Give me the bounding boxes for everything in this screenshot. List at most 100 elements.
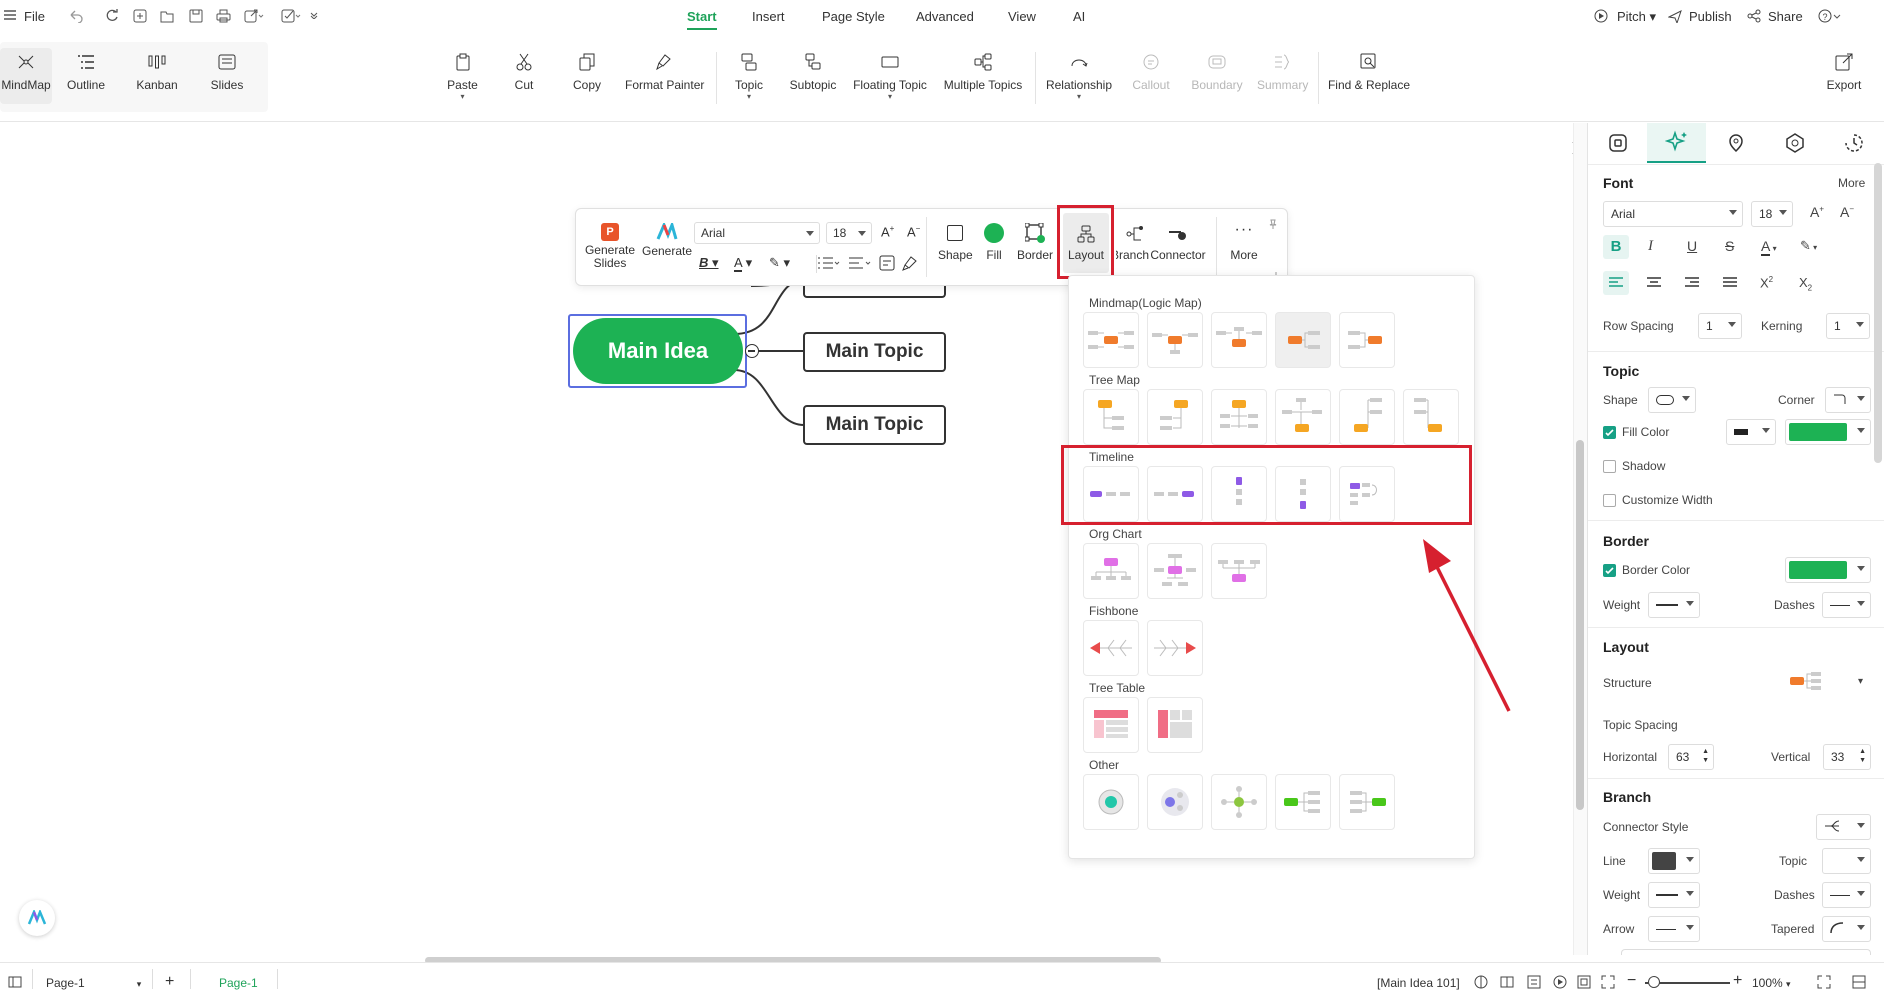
text-box-icon[interactable] xyxy=(879,255,895,271)
hamburger-icon[interactable] xyxy=(4,9,16,21)
tab-insert[interactable]: Insert xyxy=(752,9,785,24)
panel-tab-location[interactable] xyxy=(1706,123,1765,163)
highlight-color-icon[interactable]: ✎ ▾ xyxy=(1800,238,1817,254)
font-size-select[interactable]: 18 xyxy=(826,222,872,244)
align-center-icon[interactable] xyxy=(1641,271,1667,295)
border-color-checkbox[interactable] xyxy=(1603,564,1616,577)
cut-button[interactable]: Cut xyxy=(506,50,542,92)
panel-tab-style[interactable] xyxy=(1588,123,1647,163)
layout-option-mindmap-down[interactable] xyxy=(1147,312,1203,368)
italic-icon[interactable]: I xyxy=(1648,238,1653,255)
bold-icon[interactable]: B xyxy=(1603,235,1629,259)
panel-font-size-select[interactable]: 18 xyxy=(1751,201,1793,227)
branch-topic-select[interactable] xyxy=(1822,848,1871,874)
layout-option-fishbone-right[interactable] xyxy=(1147,620,1203,676)
theme-icon[interactable] xyxy=(1474,975,1488,989)
generate-slides-button[interactable]: P Generate Slides xyxy=(584,223,636,270)
export-file-icon[interactable] xyxy=(244,9,264,23)
present-icon[interactable] xyxy=(1577,975,1591,989)
layout-option-bubble[interactable] xyxy=(1147,774,1203,830)
tab-view[interactable]: View xyxy=(1008,9,1036,24)
undo-icon[interactable] xyxy=(68,9,88,23)
view-mindmap[interactable]: MindMap xyxy=(0,50,52,92)
generate-button[interactable]: Generate xyxy=(642,223,692,258)
layout-option-tree-1[interactable] xyxy=(1083,389,1139,445)
branch-weight-select[interactable] xyxy=(1648,882,1700,908)
book-icon[interactable] xyxy=(1500,975,1514,989)
view-kanban[interactable]: Kanban xyxy=(133,50,181,92)
file-menu[interactable]: File xyxy=(24,9,45,24)
zoom-slider-handle[interactable] xyxy=(1648,976,1660,988)
layout-option-tree-table-2[interactable] xyxy=(1147,697,1203,753)
layout-option-left-tree[interactable] xyxy=(1339,774,1395,830)
align-right-icon[interactable] xyxy=(1679,271,1705,295)
layout-option-tree-2[interactable] xyxy=(1147,389,1203,445)
vertical-spacing-input[interactable]: 33 ▲ ▼ xyxy=(1823,744,1871,770)
zoom-in-icon[interactable]: + xyxy=(1733,972,1742,990)
numbering-icon[interactable] xyxy=(817,256,841,270)
layout-option-circle[interactable] xyxy=(1083,774,1139,830)
branch-dashes-select[interactable] xyxy=(1822,882,1871,908)
panel-scrollbar[interactable] xyxy=(1874,163,1882,463)
layout-option-tree-table-1[interactable] xyxy=(1083,697,1139,753)
summary-button[interactable]: Summary xyxy=(1257,50,1308,92)
font-select[interactable]: Arial xyxy=(694,222,820,244)
checkbox-icon[interactable] xyxy=(281,9,301,23)
underline-icon[interactable]: U xyxy=(1687,238,1697,254)
panel-font-select[interactable]: Arial xyxy=(1603,201,1743,227)
collapse-panel-icon[interactable] xyxy=(1852,975,1866,989)
fill-color-select[interactable] xyxy=(1785,419,1871,445)
clear-format-icon[interactable] xyxy=(902,255,918,271)
panel-tab-theme[interactable] xyxy=(1765,123,1824,163)
structure-chevron-icon[interactable]: ▾ xyxy=(1858,676,1863,687)
layout-option-tree-6[interactable] xyxy=(1403,389,1459,445)
fill-pattern-select[interactable] xyxy=(1726,419,1776,445)
callout-button[interactable]: Callout xyxy=(1130,50,1172,92)
layout-option-org-2[interactable] xyxy=(1147,543,1203,599)
zoom-out-icon[interactable]: − xyxy=(1627,972,1636,990)
find-replace-button[interactable]: Find & Replace xyxy=(1327,50,1411,92)
font-more-link[interactable]: More xyxy=(1838,176,1865,190)
layout-option-mindmap-right[interactable] xyxy=(1083,312,1139,368)
tab-start[interactable]: Start xyxy=(687,9,717,30)
view-outline[interactable]: Outline xyxy=(62,50,110,92)
publish-button[interactable]: Publish xyxy=(1689,9,1732,24)
tapered-select[interactable] xyxy=(1822,916,1871,942)
shape-button[interactable]: Shape xyxy=(938,225,973,262)
layout-option-tree-3[interactable] xyxy=(1211,389,1267,445)
tab-ai[interactable]: AI xyxy=(1073,9,1085,24)
layout-option-mindmap-left[interactable] xyxy=(1275,312,1331,368)
customize-width-checkbox[interactable] xyxy=(1603,494,1616,507)
subscript-icon[interactable]: X2 xyxy=(1799,275,1812,293)
stepper-icon[interactable]: ▲ ▼ xyxy=(1702,747,1709,765)
subtopic-button[interactable]: Subtopic xyxy=(789,50,837,92)
align-icon[interactable] xyxy=(848,256,872,270)
main-topic-node[interactable]: Main Topic xyxy=(803,332,946,372)
redo-icon[interactable] xyxy=(105,9,119,23)
save-icon[interactable] xyxy=(189,9,203,23)
shadow-checkbox[interactable] xyxy=(1603,460,1616,473)
superscript-icon[interactable]: X2 xyxy=(1760,275,1773,290)
share-button[interactable]: Share xyxy=(1768,9,1803,24)
shape-select[interactable] xyxy=(1648,387,1696,413)
border-button[interactable]: Border xyxy=(1016,223,1054,262)
layout-option-mindmap-up[interactable] xyxy=(1211,312,1267,368)
structure-preview[interactable] xyxy=(1786,666,1846,696)
panel-tab-history[interactable] xyxy=(1824,123,1883,163)
canvas-vscrollbar[interactable] xyxy=(1576,440,1584,810)
row-spacing-select[interactable]: 1 xyxy=(1698,313,1742,339)
connector-style-select[interactable] xyxy=(1816,814,1871,840)
add-page-icon[interactable]: + xyxy=(165,973,174,991)
ai-assistant-button[interactable] xyxy=(19,900,55,936)
fit-page-icon[interactable] xyxy=(1527,975,1541,989)
stepper-icon[interactable]: ▲ ▼ xyxy=(1859,747,1866,765)
main-topic-node[interactable]: Main Topic xyxy=(803,405,946,445)
pin-icon[interactable] xyxy=(1268,219,1278,229)
kerning-select[interactable]: 1 xyxy=(1826,313,1870,339)
tab-advanced[interactable]: Advanced xyxy=(916,9,974,24)
border-dashes-select[interactable] xyxy=(1822,592,1871,618)
arrow-select[interactable] xyxy=(1648,916,1700,942)
open-folder-icon[interactable] xyxy=(160,9,174,23)
help-icon[interactable]: ? xyxy=(1818,9,1842,23)
play-icon[interactable] xyxy=(1553,975,1567,989)
